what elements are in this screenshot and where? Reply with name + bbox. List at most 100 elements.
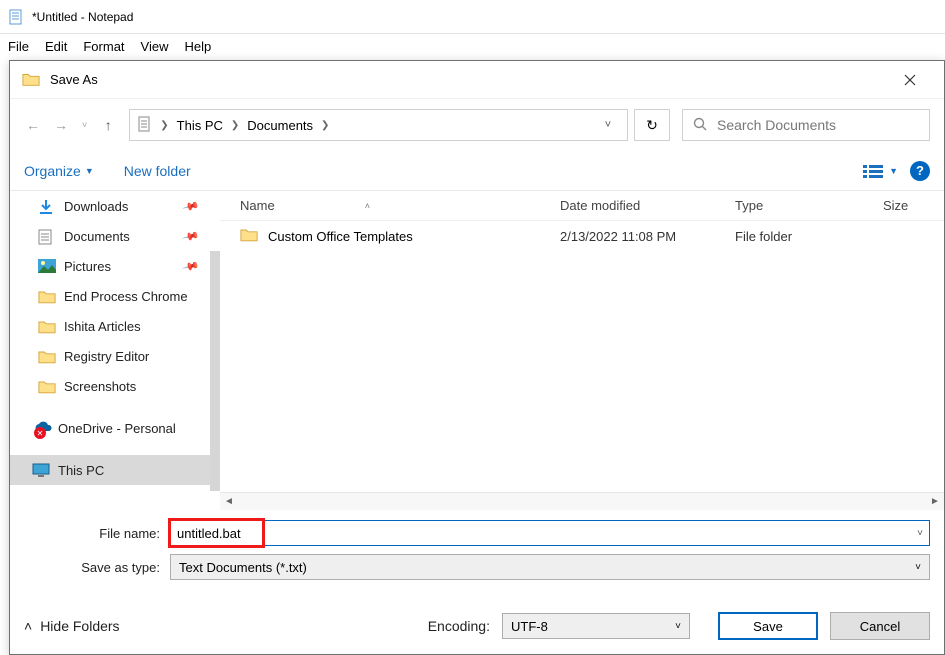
chevron-down-icon[interactable]: ˅ (911, 528, 929, 539)
sidebar-item-label: OneDrive - Personal (58, 421, 176, 436)
scroll-right-icon[interactable]: ► (926, 496, 944, 507)
savetype-combobox[interactable]: Text Documents (*.txt) ˅ (170, 554, 930, 580)
dialog-toolbar: Organize ▼ New folder ▼ ? (10, 151, 944, 191)
help-icon: ? (916, 163, 924, 178)
dialog-title: Save As (50, 72, 887, 87)
notepad-title: *Untitled - Notepad (32, 10, 133, 24)
new-folder-button[interactable]: New folder (124, 163, 191, 179)
nav-arrows: ← → ˅ ↑ (24, 117, 117, 133)
search-placeholder: Search Documents (717, 117, 836, 133)
encoding-combobox[interactable]: UTF-8 ˅ (502, 613, 690, 639)
hide-folders-label: Hide Folders (40, 618, 119, 634)
close-button[interactable] (887, 65, 932, 95)
document-icon (38, 229, 56, 244)
sidebar-item-documents[interactable]: Documents 📌 (10, 221, 210, 251)
folder-icon (38, 289, 56, 304)
column-size[interactable]: Size (883, 198, 944, 213)
savetype-value: Text Documents (*.txt) (179, 560, 307, 575)
organize-label: Organize (24, 163, 81, 179)
address-doc-icon (136, 116, 152, 135)
horizontal-scrollbar[interactable]: ◄ ► (220, 492, 944, 510)
address-folder[interactable]: Documents (247, 118, 313, 133)
sidebar-item-label: Registry Editor (64, 349, 149, 364)
view-mode-button[interactable]: ▼ (863, 164, 898, 178)
sidebar-item-downloads[interactable]: Downloads 📌 (10, 191, 210, 221)
address-root[interactable]: This PC (177, 118, 223, 133)
caret-down-icon: ▼ (889, 166, 898, 176)
pin-icon: 📌 (182, 197, 200, 215)
chevron-right-icon: ❯ (158, 120, 170, 131)
filename-input[interactable] (171, 521, 911, 545)
savetype-label: Save as type: (24, 560, 170, 575)
file-date: 2/13/2022 11:08 PM (560, 229, 735, 244)
column-date[interactable]: Date modified (560, 198, 735, 213)
folder-icon (38, 379, 56, 394)
file-type: File folder (735, 229, 883, 244)
notepad-titlebar: *Untitled - Notepad (0, 0, 945, 34)
chevron-right-icon: ❯ (229, 120, 241, 131)
notepad-menubar: File Edit Format View Help (0, 34, 945, 58)
cancel-button[interactable]: Cancel (830, 612, 930, 640)
chevron-right-icon: ❯ (319, 120, 331, 131)
back-button[interactable]: ← (24, 117, 42, 133)
sidebar-item-folder[interactable]: Screenshots (10, 371, 210, 401)
pin-icon: 📌 (182, 257, 200, 275)
help-button[interactable]: ? (910, 161, 930, 181)
file-row[interactable]: Custom Office Templates 2/13/2022 11:08 … (220, 221, 944, 251)
download-icon (38, 199, 56, 214)
menu-edit[interactable]: Edit (45, 39, 67, 54)
sidebar-item-folder[interactable]: Ishita Articles (10, 311, 210, 341)
forward-button[interactable]: → (52, 117, 70, 133)
pictures-icon (38, 259, 56, 274)
view-details-icon (863, 164, 883, 178)
error-badge-icon: ✕ (34, 427, 46, 439)
menu-view[interactable]: View (141, 39, 169, 54)
recent-dropdown[interactable]: ˅ (82, 120, 87, 130)
save-button[interactable]: Save (718, 612, 818, 640)
address-dropdown[interactable]: ˅ (595, 119, 621, 131)
chevron-up-icon: ˄ (24, 618, 32, 634)
notepad-icon (8, 9, 24, 25)
hide-folders-button[interactable]: ˄ Hide Folders (24, 618, 120, 634)
filename-combobox[interactable]: ˅ (170, 520, 930, 546)
search-icon (693, 117, 707, 134)
sidebar-item-this-pc[interactable]: This PC (10, 455, 210, 485)
sidebar-item-label: Screenshots (64, 379, 136, 394)
up-button[interactable]: ↑ (99, 117, 117, 133)
file-name: Custom Office Templates (268, 229, 413, 244)
sidebar-item-folder[interactable]: Registry Editor (10, 341, 210, 371)
scroll-left-icon[interactable]: ◄ (220, 496, 238, 507)
column-name[interactable]: Name ˄ (240, 198, 560, 213)
sidebar-item-label: Ishita Articles (64, 319, 141, 334)
chevron-down-icon: ˅ (915, 562, 921, 573)
refresh-button[interactable]: ↻ (634, 109, 670, 141)
sidebar-item-folder[interactable]: End Process Chrome (10, 281, 210, 311)
sidebar-item-label: This PC (58, 463, 104, 478)
vertical-scrollbar[interactable] (210, 251, 220, 491)
navigation-tree: Downloads 📌 Documents 📌 Pictures 📌 End P… (10, 191, 210, 510)
pin-icon: 📌 (182, 227, 200, 245)
column-label: Name (240, 198, 275, 213)
sidebar-item-onedrive[interactable]: ✕ OneDrive - Personal (10, 413, 210, 443)
dialog-folder-icon (22, 71, 40, 89)
save-as-dialog: Save As ← → ˅ ↑ ❯ This PC ❯ Documents ❯ … (9, 60, 945, 655)
folder-icon (240, 227, 258, 245)
column-type[interactable]: Type (735, 198, 883, 213)
menu-help[interactable]: Help (184, 39, 211, 54)
search-box[interactable]: Search Documents (682, 109, 930, 141)
folder-icon (38, 349, 56, 364)
sort-asc-icon: ˄ (365, 201, 370, 211)
dialog-titlebar: Save As (10, 61, 944, 99)
refresh-icon: ↻ (646, 117, 658, 134)
column-headers: Name ˄ Date modified Type Size (220, 191, 944, 221)
menu-format[interactable]: Format (83, 39, 124, 54)
menu-file[interactable]: File (8, 39, 29, 54)
dialog-bottombar: ˄ Hide Folders Encoding: UTF-8 ˅ Save Ca… (10, 594, 944, 654)
address-bar[interactable]: ❯ This PC ❯ Documents ❯ ˅ (129, 109, 628, 141)
sidebar-item-label: Documents (64, 229, 130, 244)
close-icon (904, 74, 916, 86)
organize-menu[interactable]: Organize ▼ (24, 163, 94, 179)
folder-icon (38, 319, 56, 334)
chevron-down-icon: ˅ (675, 621, 681, 632)
sidebar-item-pictures[interactable]: Pictures 📌 (10, 251, 210, 281)
